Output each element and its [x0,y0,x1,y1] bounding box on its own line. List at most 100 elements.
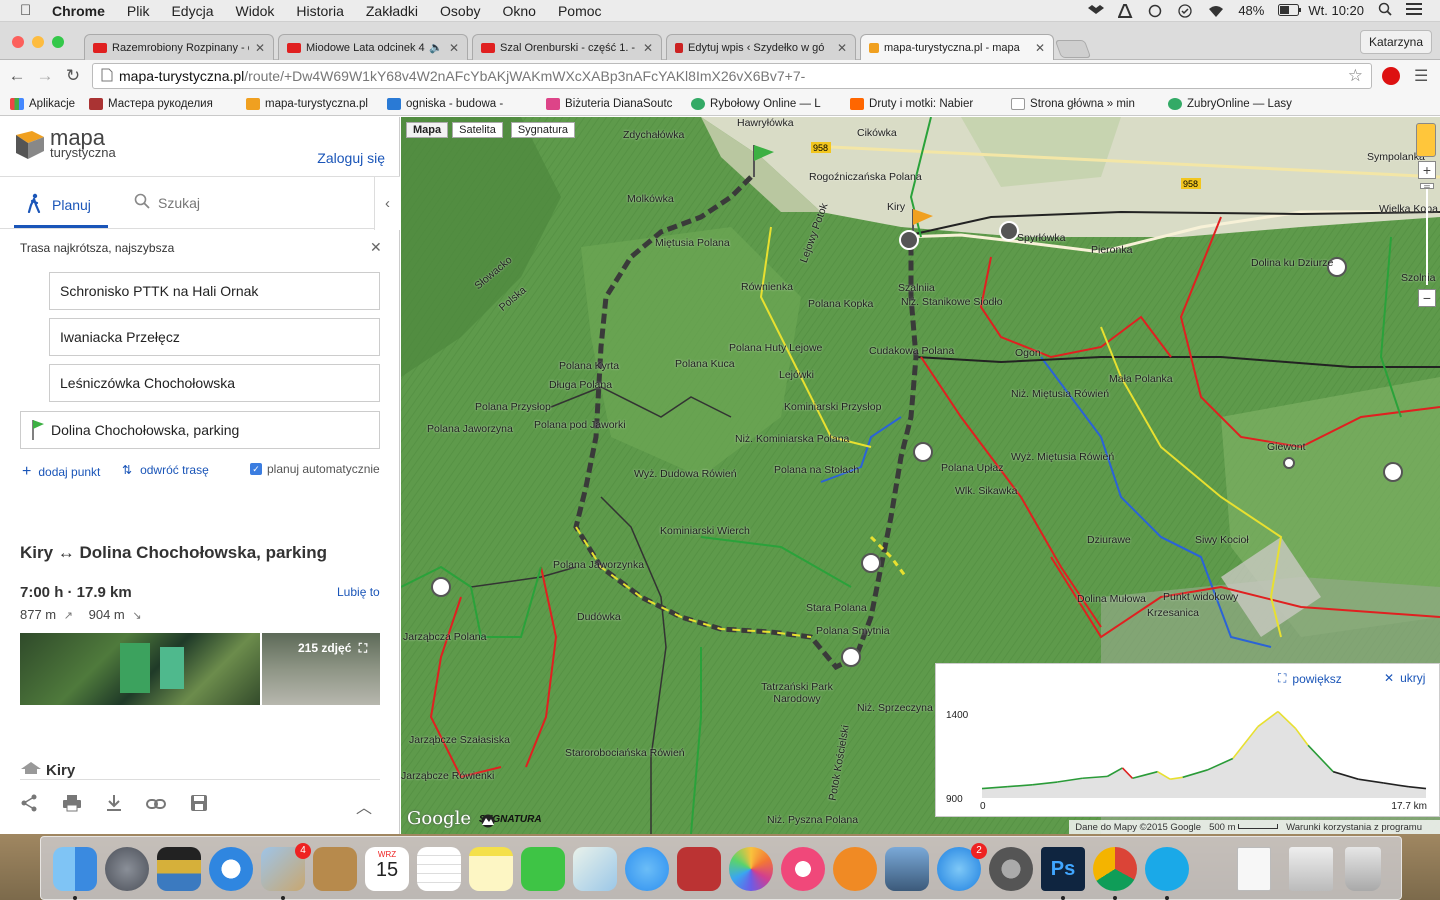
document-stack-icon[interactable] [1237,847,1271,891]
preview-icon[interactable] [885,847,929,891]
waypoint-input-1[interactable]: Schronisko PTTK na Hali Ornak [49,272,380,310]
bookmark-strona-glowna[interactable]: Strona główna » min [1011,97,1158,110]
chevron-up-icon[interactable]: ︿ [356,794,372,818]
map-type-satellite-button[interactable]: Satelita [452,122,503,138]
download-icon[interactable] [106,794,122,817]
map-type-map-button[interactable]: Mapa [406,122,449,138]
dropbox-icon[interactable] [1088,4,1105,18]
auto-plan-checkbox[interactable]: ✓ planuj automatycznie [250,462,380,476]
menu-history[interactable]: Historia [296,3,343,19]
back-arrow-icon[interactable]: ← [6,66,28,86]
new-tab-button[interactable] [1054,40,1092,58]
parking-marker-icon[interactable] [899,230,919,250]
menu-help[interactable]: Pomoc [558,3,602,19]
shelter-marker-icon[interactable] [861,553,881,573]
messages-icon[interactable] [625,847,669,891]
login-link[interactable]: Zaloguj się [317,150,385,166]
trash-icon[interactable] [1345,847,1381,891]
menu-edit[interactable]: Edycja [171,3,213,19]
waypoint-input-3[interactable]: Leśniczówka Chochołowska [49,364,380,402]
tab-edytuj-wpis[interactable]: Edytuj wpis ‹ Szydełko w gó ✕ [666,34,856,60]
close-icon[interactable]: ✕ [370,239,382,256]
bookmark-zubry[interactable]: ŻubryOnline — Lasy [1168,97,1301,110]
shelter-marker-icon[interactable] [1383,462,1403,482]
menu-view[interactable]: Widok [236,3,275,19]
bookmark-star-icon[interactable]: ☆ [1348,66,1363,86]
bookmark-ogniska[interactable]: ogniska - budowa - [387,97,536,110]
close-tab-icon[interactable]: ✕ [1035,41,1045,55]
photos-icon[interactable] [729,847,773,891]
launchpad-icon[interactable] [105,847,149,891]
system-preferences-icon[interactable] [989,847,1033,891]
link-icon[interactable] [146,797,166,815]
shelter-marker-icon[interactable] [841,647,861,667]
itunes-icon[interactable] [781,847,825,891]
photo-gallery-thumbnail[interactable]: 215 zdjęć ⛶ [262,633,380,705]
address-bar[interactable]: mapa-turystyczna.pl /route/+Dw4W69W1kY68… [92,63,1372,89]
apple-menu-icon[interactable]:  [20,2,42,19]
tab-szal-orenburski[interactable]: Szal Orenburski - część 1. - ✕ [472,34,662,60]
add-point-button[interactable]: + dodaj punkt [22,463,100,481]
wifi-icon[interactable] [1208,4,1224,18]
route-photo[interactable] [20,633,260,705]
route-section-heading[interactable]: Kiry [20,761,75,779]
bookmark-rybolowy[interactable]: Rybołowy Online — L [691,97,840,110]
skype-icon[interactable] [1145,847,1189,900]
hut-marker-icon[interactable] [999,221,1019,241]
downloads-stack-icon[interactable] [1289,847,1333,891]
map-type-sygnatura-button[interactable]: Sygnatura [510,122,575,138]
shelter-marker-icon[interactable] [431,577,451,597]
bookmark-druty[interactable]: Druty i motki: Nabier [850,97,1001,110]
zoom-slider-handle[interactable]: ═ [1420,183,1434,191]
chrome-icon[interactable] [1093,847,1137,900]
tab-search[interactable]: Szukaj [134,193,200,212]
check-icon[interactable] [1178,3,1194,18]
ibooks-icon[interactable] [833,847,877,891]
mapa-turystyczna-logo[interactable]: mapa turystyczna [14,127,116,161]
tab-razemrobiony[interactable]: Razemrobiony Rozpinany - o ✕ [84,34,274,60]
shelter-marker-icon[interactable] [913,442,933,462]
app-store-icon[interactable]: 2 [937,843,987,891]
menu-people[interactable]: Osoby [440,3,480,19]
menu-app-name[interactable]: Chrome [52,3,105,19]
mission-control-icon[interactable] [157,847,201,891]
scale-bar[interactable]: 500 m [1209,822,1279,833]
print-icon[interactable] [62,794,82,817]
battery-icon[interactable] [1278,3,1302,18]
finder-icon[interactable] [53,847,97,900]
bookmark-bizuteria[interactable]: Biżuteria DianaSoutc [546,97,681,110]
safari-icon[interactable] [209,847,253,891]
zoom-slider[interactable] [1426,189,1428,285]
clock[interactable]: Wt. 10:20 [1308,3,1364,18]
contacts-icon[interactable] [313,847,357,891]
forward-arrow-icon[interactable]: → [34,66,56,86]
photoshop-icon[interactable]: Ps [1041,847,1085,900]
like-link[interactable]: Lubię to [337,585,380,599]
bookmark-mastera[interactable]: Мастера рукоделия [89,97,236,110]
peak-marker-icon[interactable] [1283,457,1295,469]
notes-icon[interactable] [469,847,513,891]
zoom-slider-track[interactable]: ═ [1414,183,1436,285]
adobe-icon[interactable] [1117,3,1134,18]
tab-mapa-turystyczna[interactable]: mapa-turystyczna.pl - mapa ✕ [860,34,1054,61]
menu-file[interactable]: Plik [127,3,150,19]
reminders-icon[interactable] [417,847,461,891]
notification-center-icon[interactable] [1406,3,1422,18]
calendar-icon[interactable]: WRZ 15 [365,847,409,891]
spotlight-icon[interactable] [1378,2,1392,19]
menu-window[interactable]: Okno [502,3,535,19]
photo-booth-icon[interactable] [677,847,721,891]
mail-icon[interactable]: 4 [261,843,311,900]
destination-input[interactable]: Dolina Chochołowska, parking [20,411,380,449]
reload-icon[interactable]: ↻ [62,66,84,86]
share-icon[interactable] [20,794,38,817]
save-icon[interactable] [190,794,208,817]
facetime-icon[interactable] [521,847,565,891]
topographic-map[interactable]: 958 958 Mapa Satelita Sygnatura Hawryłów… [401,117,1440,834]
reverse-route-button[interactable]: ⇅ odwróć trasę [122,463,209,477]
bookmark-apps[interactable]: Aplikacje [10,97,75,110]
chrome-menu-icon[interactable]: ☰ [1414,66,1428,86]
audio-playing-icon[interactable]: 🔈 [429,41,443,54]
zoom-out-button[interactable]: − [1418,289,1436,307]
close-window-button[interactable] [12,36,24,48]
